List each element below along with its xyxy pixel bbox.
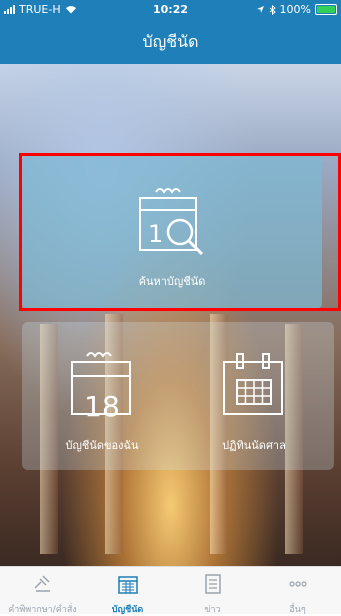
tab-news-label: ข่าว xyxy=(204,605,221,615)
battery-icon xyxy=(315,4,337,15)
more-icon xyxy=(288,581,307,587)
selection-highlight xyxy=(19,153,341,311)
tab-more-label: อื่นๆ xyxy=(289,605,306,615)
bluetooth-icon xyxy=(269,4,276,15)
tab-news[interactable]: ข่าว xyxy=(170,567,255,615)
main-content: 1 ค้นหาบัญชีนัด 18 บัญชีนัดของฉัน ปฏิทิน… xyxy=(0,64,341,566)
tab-appointments-label: บัญชีนัด xyxy=(111,605,144,615)
tab-judgments[interactable]: คำพิพากษา/คำสั่ง xyxy=(0,567,85,615)
page-title: บัญชีนัด xyxy=(142,32,199,51)
tab-bar: คำพิพากษา/คำสั่ง บัญชีนัด ข่าว อื่นๆ xyxy=(0,566,341,615)
status-bar: TRUE-H 10:22 100% xyxy=(0,0,341,20)
battery-percent: 100% xyxy=(279,3,311,16)
tab-more[interactable]: อื่นๆ xyxy=(255,567,340,615)
status-right: 100% xyxy=(256,3,337,16)
my-appointments-label: บัญชีนัดของฉัน xyxy=(65,439,139,452)
court-calendar-label: ปฏิทินนัดศาล xyxy=(222,439,286,452)
news-icon xyxy=(204,574,221,594)
gavel-icon xyxy=(33,575,50,592)
shortcut-panel: 18 บัญชีนัดของฉัน ปฏิทินนัดศาล xyxy=(22,322,334,470)
calendar-tab-icon xyxy=(117,576,138,594)
my-appointments-tile[interactable]: 18 บัญชีนัดของฉัน xyxy=(42,322,162,470)
court-calendar-tile[interactable]: ปฏิทินนัดศาล xyxy=(194,322,314,470)
location-icon xyxy=(256,6,264,13)
tab-appointments[interactable]: บัญชีนัด xyxy=(85,567,170,615)
calendar-day-number: 18 xyxy=(84,390,120,423)
nav-bar: บัญชีนัด xyxy=(0,20,341,64)
tab-judgments-label: คำพิพากษา/คำสั่ง xyxy=(8,605,77,615)
calendar-grid-icon xyxy=(223,353,283,415)
